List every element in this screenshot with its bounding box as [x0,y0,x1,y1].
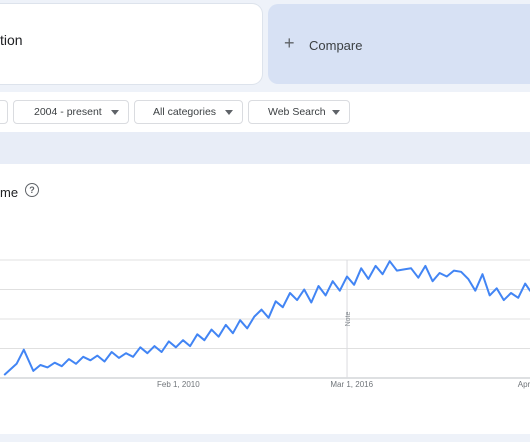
caret-down-icon [332,110,340,115]
interest-over-time-card: me ? Note Feb 1, 2010 Mar 1, 2016 Apr [0,164,530,434]
series-line [3,260,530,376]
interest-line-chart[interactable]: Note Feb 1, 2010 Mar 1, 2016 Apr [0,164,530,434]
compare-button[interactable]: + Compare [268,4,530,84]
x-tick-label: Mar 1, 2016 [330,380,373,389]
category-dropdown[interactable]: All categories [134,100,243,124]
search-property-label: Web Search [268,106,326,118]
region-dropdown[interactable] [0,100,8,124]
plus-icon: + [284,33,295,53]
time-range-label: 2004 - present [34,106,102,118]
search-property-dropdown[interactable]: Web Search [248,100,350,124]
search-term-text[interactable]: tion [0,32,23,48]
caret-down-icon [111,110,119,115]
category-label: All categories [153,106,217,118]
time-range-dropdown[interactable]: 2004 - present [13,100,129,124]
x-tick-label: Apr [518,380,530,389]
x-tick-label: Feb 1, 2010 [157,380,200,389]
filters-bar: 2004 - present All categories Web Search [0,92,530,132]
section-divider [0,132,530,164]
caret-down-icon [225,110,233,115]
search-term-card[interactable]: tion [0,4,262,84]
annotation-label: Note [345,312,352,327]
compare-label: Compare [309,38,363,53]
